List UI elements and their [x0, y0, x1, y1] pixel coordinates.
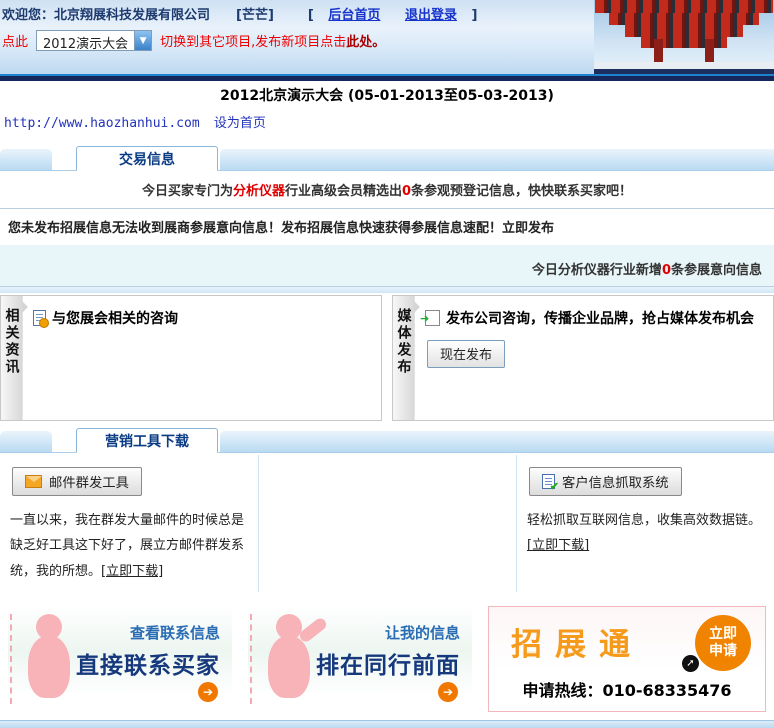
- switch-project-text: 切换到其它项目,发布新项目点击: [160, 31, 346, 50]
- apply-now-button[interactable]: 立即申请: [695, 615, 751, 671]
- industry-stat-line: 今日分析仪器行业新增0条参展意向信息: [0, 245, 774, 286]
- media-publish-title-row: 发布公司咨询，传播企业品牌，抢占媒体发布机会: [425, 308, 763, 328]
- backstage-home-link[interactable]: 后台首页: [328, 8, 380, 23]
- buyer-notice: 今日买家专门为分析仪器行业高级会员精选出0条参观预登记信息，快快联系买家吧！: [0, 171, 774, 206]
- envelope-icon: [25, 475, 42, 488]
- related-news-title: 与您展会相关的咨询: [52, 308, 178, 328]
- bottom-section-strip: [0, 720, 774, 728]
- person-silhouette: [22, 614, 82, 706]
- project-select-value: 2012演示大会: [37, 31, 134, 50]
- exhibition-notice-text: 您未发布招展信息无法收到展商参展意向信息！发布招展信息快速获得参展信息速配！: [8, 221, 502, 236]
- related-news-title-row: 与您展会相关的咨询: [33, 308, 371, 328]
- tabbar-left-cap: [0, 431, 52, 452]
- empty-tool-column: [258, 455, 516, 592]
- email-blast-tool-button[interactable]: 邮件群发工具: [12, 467, 142, 496]
- zhaozhantong-banner[interactable]: 招展通 招展通 立即申请 ➚ 申请热线：010-68335476: [488, 606, 766, 712]
- media-publish-panel: 媒体发布 发布公司咨询，传播企业品牌，抢占媒体发布机会 现在发布: [392, 295, 774, 421]
- promo-banners-row: 查看联系信息 直接联系买家 ➔ 让我的信息 排在同行前面 ➔ 招展通 招展通 立…: [0, 606, 774, 712]
- switch-period: 。: [372, 31, 385, 50]
- media-publish-title: 发布公司咨询，传播企业品牌，抢占媒体发布机会: [446, 308, 754, 328]
- stat-text: 今日分析仪器行业新增: [532, 263, 662, 278]
- page: 欢迎您：北京翔展科技发展有限公司 [芒芒] [ 后台首页 退出登录 ] 点此 2…: [0, 0, 774, 728]
- site-url-link[interactable]: http://www.haozhanhui.com: [4, 116, 200, 131]
- publish-now-button[interactable]: 现在发布: [427, 340, 505, 368]
- capture-tool-desc-text: 轻松抓取互联网信息，收集高效数据链。: [527, 513, 761, 528]
- related-news-body: 与您展会相关的咨询: [23, 296, 381, 420]
- tools-row: 邮件群发工具 一直以来，我在群发大量邮件的时候总是缺乏好工具这下好了，展立方邮件…: [0, 455, 774, 592]
- person-waving-silhouette: [262, 614, 322, 706]
- related-news-side-label: 相关资讯: [2, 308, 22, 420]
- rank-first-line2: 排在同行前面: [316, 646, 460, 680]
- project-switch-row: 点此 2012演示大会 ▼ 切换到其它项目,发布新项目点击此处。: [0, 27, 774, 54]
- info-panels-row: 相关资讯 与您展会相关的咨询 媒体发布 发布公司咨询，传播企业品牌，抢占媒体发布…: [0, 295, 774, 421]
- tabbar-filler: [220, 431, 774, 452]
- notice-text: 行业高级会员精选出: [285, 184, 402, 199]
- contact-buyers-line1: 查看联系信息: [76, 622, 220, 643]
- hotline-number: 010-68335476: [602, 681, 731, 700]
- user-tag: [芒芒]: [236, 4, 274, 23]
- hotline-label: 申请热线：: [522, 681, 602, 700]
- zhaozhantong-title-reflection: 招展通: [511, 651, 643, 665]
- apply-arrow-icon: ➚: [682, 655, 699, 672]
- section-divider-strip: [0, 287, 774, 293]
- tab-trade-info[interactable]: 交易信息: [76, 146, 218, 171]
- media-publish-body: 发布公司咨询，传播企业品牌，抢占媒体发布机会 现在发布: [415, 296, 773, 420]
- tools-tabbar: 营销工具下载: [0, 427, 774, 453]
- tabbar-filler: [220, 149, 774, 170]
- stat-count: 0: [662, 263, 671, 278]
- notice-industry: 分析仪器: [233, 184, 285, 199]
- header-banner: 欢迎您：北京翔展科技发展有限公司 [芒芒] [ 后台首页 退出登录 ] 点此 2…: [0, 0, 774, 74]
- contact-buyers-banner[interactable]: 查看联系信息 直接联系买家 ➔: [8, 606, 232, 712]
- email-tool-column: 邮件群发工具 一直以来，我在群发大量邮件的时候总是缺乏好工具这下好了，展立方邮件…: [0, 455, 258, 592]
- rank-first-text: 让我的信息 排在同行前面: [316, 622, 460, 680]
- related-news-panel: 相关资讯 与您展会相关的咨询: [0, 295, 382, 421]
- set-homepage-link[interactable]: 设为首页: [214, 116, 266, 131]
- document-coin-icon: [33, 310, 46, 326]
- customer-capture-tool-label: 客户信息抓取系统: [562, 472, 669, 491]
- contact-buyers-line2: 直接联系买家: [76, 646, 220, 680]
- media-publish-side-strip: 媒体发布: [393, 296, 415, 420]
- water-band: [594, 69, 774, 74]
- tabbar-left-cap: [0, 149, 52, 170]
- rank-first-line1: 让我的信息: [316, 622, 460, 643]
- notice-text: 今日买家专门为: [142, 184, 233, 199]
- customer-capture-tool-button[interactable]: 客户信息抓取系统: [529, 467, 682, 496]
- email-blast-tool-label: 邮件群发工具: [49, 472, 129, 491]
- bracket-close: ]: [471, 8, 477, 23]
- arrow-right-icon[interactable]: ➔: [198, 682, 218, 702]
- rank-first-banner[interactable]: 让我的信息 排在同行前面 ➔: [248, 606, 472, 712]
- welcome-row: 欢迎您：北京翔展科技发展有限公司 [芒芒] [ 后台首页 退出登录 ]: [0, 0, 774, 27]
- publish-now-link[interactable]: 立即发布: [502, 221, 554, 236]
- site-url-row: http://www.haozhanhui.com 设为首页: [0, 108, 774, 139]
- document-check-icon: [542, 474, 555, 489]
- publish-arrow-icon: [425, 310, 440, 326]
- hotline-row: 申请热线：010-68335476: [489, 677, 765, 701]
- arrow-right-icon[interactable]: ➔: [438, 682, 458, 702]
- exhibition-notice-box: 您未发布招展信息无法收到展商参展意向信息！发布招展信息快速获得参展信息速配！立即…: [0, 208, 774, 287]
- page-title: 2012北京演示大会 (05-01-2013至05-03-2013): [0, 81, 774, 108]
- bracket-open: [: [308, 8, 314, 23]
- city-skyline: [594, 62, 774, 69]
- capture-tool-description: 轻松抓取互联网信息，收集高效数据链。 [立即下载]: [527, 508, 764, 559]
- trade-tabbar: 交易信息: [0, 145, 774, 171]
- notice-count: 0: [402, 184, 411, 199]
- welcome-text: 欢迎您：北京翔展科技发展有限公司: [2, 4, 210, 23]
- chevron-down-icon[interactable]: ▼: [134, 31, 151, 50]
- header-nav: [ 后台首页 退出登录 ]: [308, 4, 478, 23]
- notice-text: 条参观预登记信息，快快联系买家吧！: [411, 184, 632, 199]
- stat-text: 条参展意向信息: [671, 263, 762, 278]
- project-select[interactable]: 2012演示大会 ▼: [36, 30, 152, 51]
- capture-tool-download-link[interactable]: [立即下载]: [527, 538, 589, 553]
- capture-tool-column: 客户信息抓取系统 轻松抓取互联网信息，收集高效数据链。 [立即下载]: [516, 455, 774, 592]
- switch-here-link[interactable]: 此处: [346, 31, 372, 50]
- email-tool-description: 一直以来，我在群发大量邮件的时候总是缺乏好工具这下好了，展立方邮件群发系统，我的…: [10, 508, 248, 584]
- related-news-side-strip: 相关资讯: [1, 296, 23, 420]
- media-publish-side-label: 媒体发布: [394, 308, 414, 420]
- click-here-label: 点此: [2, 31, 28, 50]
- contact-buyers-text: 查看联系信息 直接联系买家: [76, 622, 220, 680]
- exhibition-notice-line: 您未发布招展信息无法收到展商参展意向信息！发布招展信息快速获得参展信息速配！立即…: [0, 209, 774, 245]
- email-tool-download-link[interactable]: [立即下载]: [101, 564, 163, 579]
- logout-link[interactable]: 退出登录: [405, 8, 457, 23]
- tab-marketing-tools[interactable]: 营销工具下载: [76, 428, 218, 453]
